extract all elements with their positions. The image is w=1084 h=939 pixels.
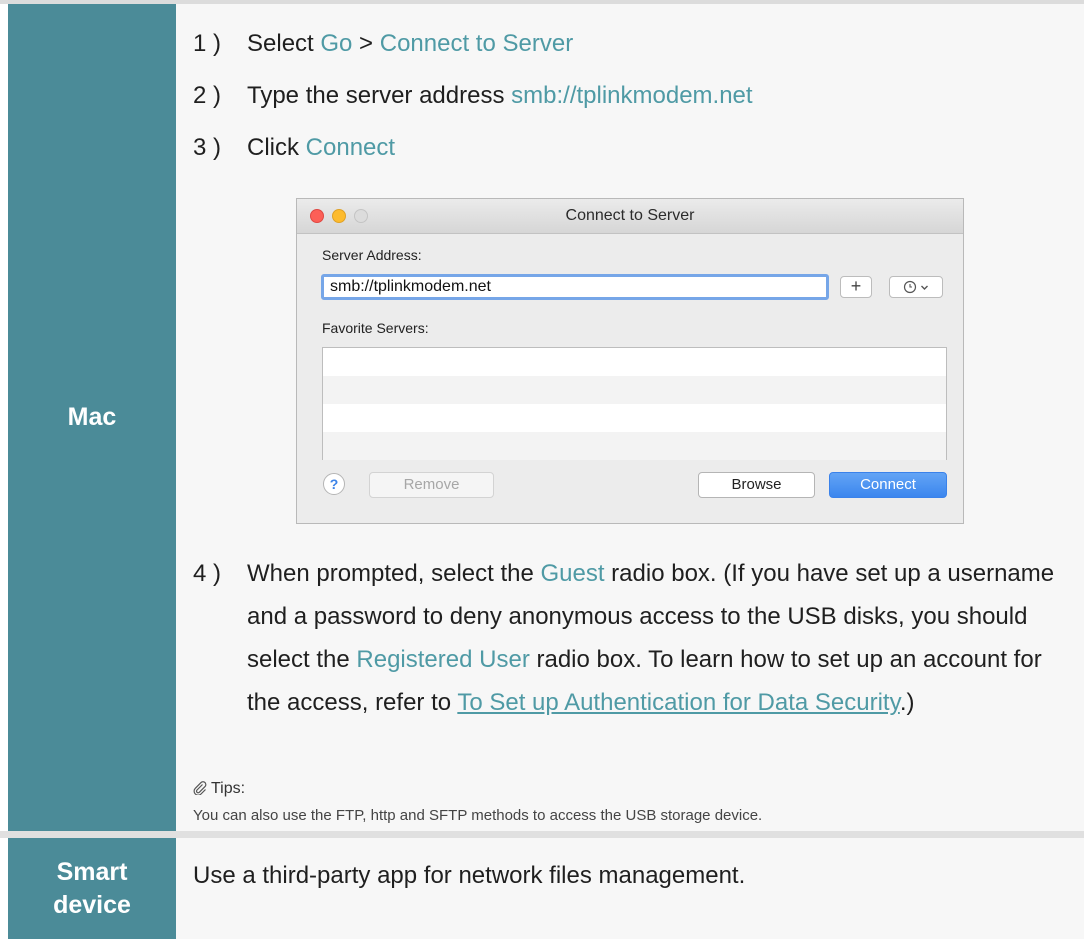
dialog-titlebar: Connect to Server — [297, 199, 963, 234]
separator: > — [352, 30, 380, 57]
connect-highlight: Connect — [305, 134, 396, 161]
step-text: Click — [247, 134, 306, 161]
list-item[interactable] — [323, 348, 946, 376]
dialog-title: Connect to Server — [565, 207, 695, 224]
remove-button[interactable]: Remove — [369, 472, 494, 498]
authentication-link[interactable]: To Set up Authentication for Data Securi… — [457, 689, 899, 716]
list-item[interactable] — [323, 432, 946, 460]
menu-go: Go — [320, 30, 353, 57]
row-divider — [0, 831, 1084, 838]
recent-servers-button[interactable] — [889, 276, 943, 298]
row-label-smart-device: Smart device — [8, 838, 176, 939]
step-4: 4 ) When prompted, select the Guest radi… — [193, 552, 1078, 724]
server-address-input[interactable] — [321, 274, 829, 300]
step-text: Type the server address — [247, 82, 512, 109]
step-2: 2 ) Type the server address smb://tplinkm… — [193, 76, 753, 116]
step-3: 3 ) Click Connect — [193, 128, 395, 168]
clock-icon — [903, 280, 917, 294]
step-text: When prompted, select the — [247, 560, 541, 587]
favorite-servers-list[interactable] — [322, 347, 947, 460]
chevron-down-icon — [921, 285, 928, 290]
server-address-label: Server Address: — [322, 247, 422, 263]
add-favorite-button[interactable]: + — [840, 276, 872, 298]
step-number: 2 ) — [193, 82, 222, 109]
smart-device-text: Use a third-party app for network files … — [193, 862, 746, 889]
step-number: 1 ) — [193, 30, 222, 57]
menu-connect-to-server: Connect to Server — [379, 30, 574, 57]
connect-to-server-dialog: Connect to Server Server Address: + Favo… — [296, 198, 964, 524]
paperclip-icon — [193, 781, 207, 796]
favorite-servers-label: Favorite Servers: — [322, 320, 429, 336]
row-label-mac-text: Mac — [67, 403, 117, 431]
row-label-line: device — [53, 890, 131, 919]
step-number: 4 ) — [193, 560, 222, 587]
step-4-body: When prompted, select the Guest radio bo… — [193, 552, 1078, 724]
browse-button[interactable]: Browse — [698, 472, 815, 498]
step-1: 1 ) Select Go > Connect to Server — [193, 24, 573, 64]
list-item[interactable] — [323, 404, 946, 432]
step-number: 3 ) — [193, 134, 222, 161]
connect-button[interactable]: Connect — [829, 472, 947, 498]
step-text: Select — [247, 30, 321, 57]
tips-heading: Tips: — [193, 780, 245, 798]
tips-label: Tips: — [211, 780, 246, 797]
document-page: Mac 1 ) Select Go > Connect to Server 2 )… — [0, 0, 1084, 939]
list-item[interactable] — [323, 376, 946, 404]
tips-text: You can also use the FTP, http and SFTP … — [193, 807, 763, 824]
row-label-mac: Mac — [8, 4, 176, 831]
server-address-highlight: smb://tplinkmodem.net — [511, 82, 753, 109]
help-button[interactable]: ? — [323, 473, 345, 495]
row-label-line: Smart — [56, 857, 128, 886]
guest-highlight: Guest — [540, 560, 605, 587]
step-text: .) — [899, 689, 915, 716]
registered-user-highlight: Registered User — [356, 646, 530, 673]
